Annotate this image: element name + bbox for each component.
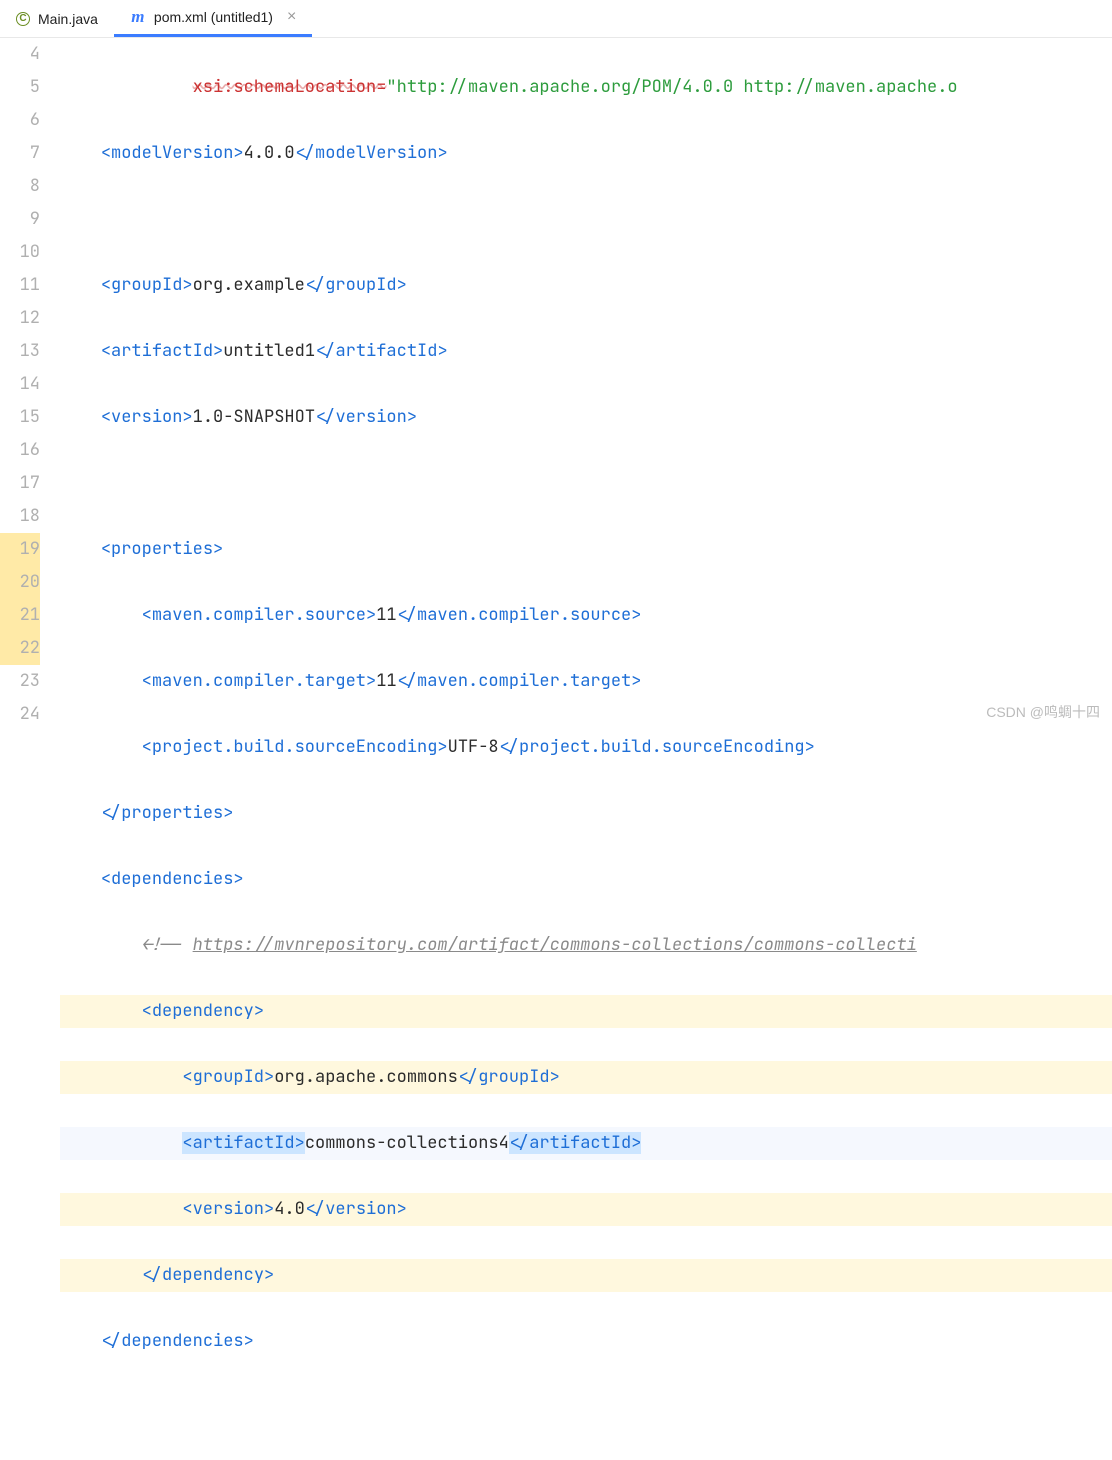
code-line[interactable]: <maven.compiler.target>11</maven.compile… [60,665,1112,698]
code-line[interactable]: <version>4.0</version> [60,1193,1112,1226]
code-line[interactable]: <properties> [60,533,1112,566]
watermark: CSDN @鸣蜩十四 [986,702,1100,722]
code-line[interactable]: <dependencies> [60,863,1112,896]
editor-tabs: C Main.java m pom.xml (untitled1) × [0,0,1112,38]
code-line[interactable]: <groupId>org.apache.commons</groupId> [60,1061,1112,1094]
tab-main-java[interactable]: C Main.java [0,0,114,37]
code-line[interactable]: </dependencies> [60,1325,1112,1358]
code-line[interactable]: </properties> [60,797,1112,830]
code-line[interactable]: xsi:schemaLocation="http://maven.apache.… [60,71,1112,104]
code-line[interactable] [60,1391,1112,1424]
code-area[interactable]: xsi:schemaLocation="http://maven.apache.… [60,38,1112,1460]
code-line[interactable]: <!-- https://mvnrepository.com/artifact/… [60,929,1112,962]
tab-label: Main.java [38,11,98,27]
code-line[interactable]: <version>1.0-SNAPSHOT</version> [60,401,1112,434]
java-class-icon: C [16,12,30,26]
code-line[interactable]: </dependency> [60,1259,1112,1292]
code-editor[interactable]: 4567 891011 12131415 161718 19202122 232… [0,38,1112,1460]
code-line[interactable]: <maven.compiler.source>11</maven.compile… [60,599,1112,632]
close-icon[interactable]: × [287,9,296,25]
code-line[interactable] [60,467,1112,500]
code-line[interactable]: <groupId>org.example</groupId> [60,269,1112,302]
code-line[interactable]: <modelVersion>4.0.0</modelVersion> [60,137,1112,170]
tab-label: pom.xml (untitled1) [154,9,273,25]
maven-icon: m [130,9,146,25]
code-line[interactable]: <project.build.sourceEncoding>UTF-8</pro… [60,731,1112,764]
line-gutter: 4567 891011 12131415 161718 19202122 232… [0,38,60,1460]
code-line[interactable]: <artifactId>untitled1</artifactId> [60,335,1112,368]
code-line[interactable] [60,203,1112,236]
code-line[interactable]: <artifactId>commons-collections4</artifa… [60,1127,1112,1160]
tab-pom-xml[interactable]: m pom.xml (untitled1) × [114,0,312,37]
code-line[interactable]: <dependency> [60,995,1112,1028]
